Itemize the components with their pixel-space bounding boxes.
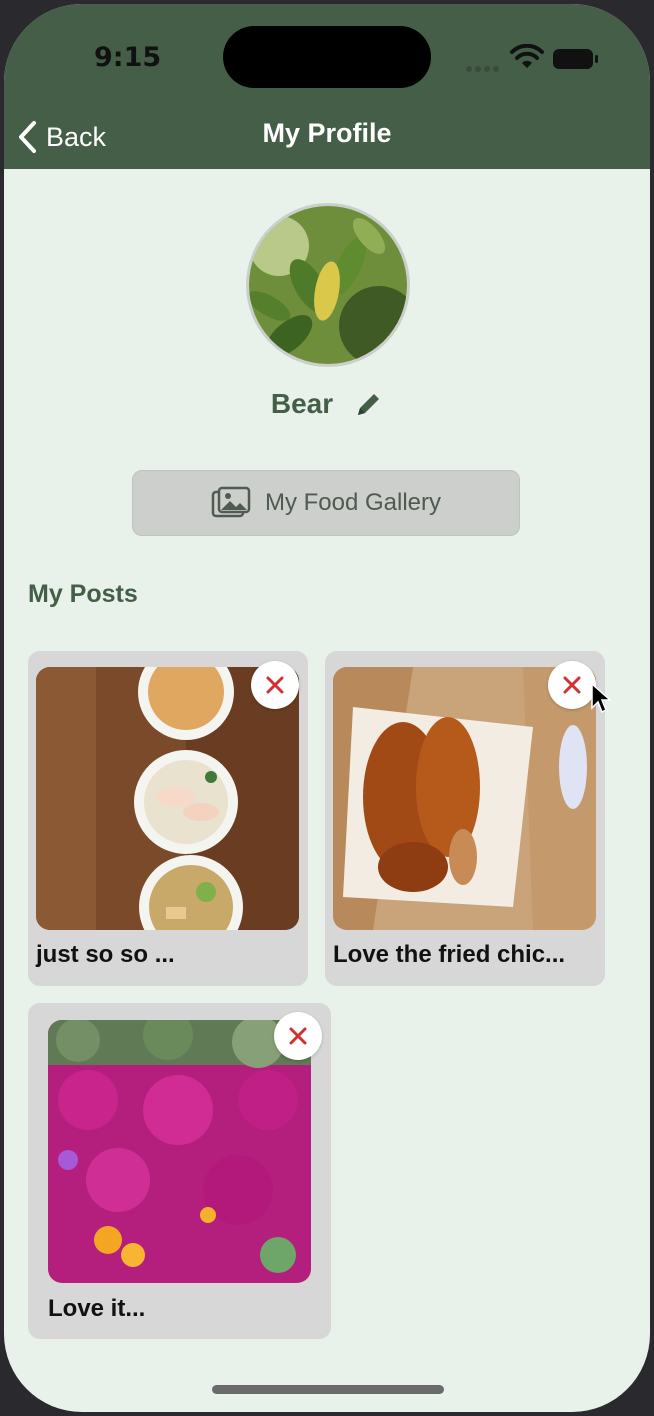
post-photo-fried-chicken [333,667,596,930]
post-photo-flowers [48,1020,311,1283]
post-card[interactable]: Love it... [28,1003,331,1339]
profile-name-row: Bear [4,388,650,420]
post-card[interactable]: Love the fried chic... [325,651,605,986]
post-photo-noodles [36,667,299,930]
profile-name: Bear [270,388,334,419]
wifi-icon [510,44,544,68]
close-icon [289,1027,307,1045]
post-card[interactable]: just so so ... [28,651,308,986]
nav-header: 9:15 Back My Profile [4,4,650,169]
delete-post-button[interactable] [251,661,299,709]
post-caption: Love it... [48,1295,146,1322]
food-gallery-label: My Food Gallery [264,489,442,516]
post-caption: Love the fried chic... [333,941,566,968]
close-icon [266,676,284,694]
delete-post-button[interactable] [548,661,596,709]
pencil-icon[interactable] [353,390,383,420]
avatar-photo [249,206,407,364]
phone-screen: 9:15 Back My Profile Bear My Food Galler… [4,4,650,1412]
status-time: 9:15 [94,42,162,73]
mouse-cursor-icon [591,682,612,714]
page-title: My Profile [262,118,392,148]
close-icon [563,676,581,694]
food-gallery-button[interactable]: My Food Gallery [132,470,520,536]
section-title-my-posts: My Posts [28,580,138,608]
photo-gallery-icon [211,486,251,518]
delete-post-button[interactable] [274,1012,322,1060]
battery-icon [553,49,598,69]
dynamic-island [223,26,431,88]
home-indicator [212,1385,444,1394]
signal-dots-icon [466,59,502,77]
post-caption: just so so ... [36,941,175,968]
avatar[interactable] [246,203,410,367]
